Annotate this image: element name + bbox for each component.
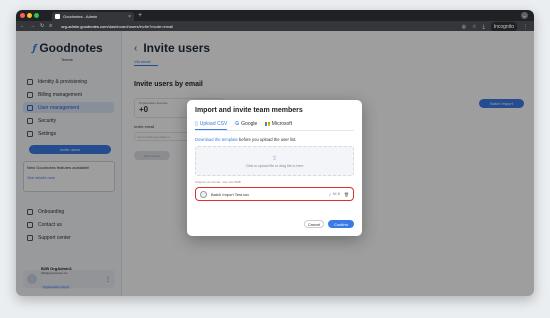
tab-search-icon[interactable]: ⌄	[521, 12, 528, 19]
tab-upload-csv[interactable]: ▯ Upload CSV	[195, 120, 228, 130]
menu-icon[interactable]: ⋮	[523, 23, 528, 31]
address-bar: ← → ↻ ≡ org-admin.goodnotes.com/dashboar…	[16, 21, 534, 32]
reload-icon[interactable]: ↻	[40, 21, 44, 31]
tab-label: Upload CSV	[199, 120, 228, 127]
favicon-icon	[55, 14, 60, 19]
close-tab-icon[interactable]: ×	[128, 14, 131, 20]
import-modal: Import and invite team members ▯ Upload C…	[187, 100, 362, 236]
google-icon: G	[235, 121, 240, 127]
dropzone-text: Click to upload file or drag file to her…	[245, 163, 304, 168]
document-icon: ▯	[195, 120, 198, 127]
minimize-window-button[interactable]	[27, 13, 32, 18]
trash-icon[interactable]: 🗑	[344, 192, 349, 197]
url-path: /dashboard/users/invite?mode=email	[107, 23, 174, 29]
close-window-button[interactable]	[20, 13, 25, 18]
cancel-button[interactable]: Cancel	[304, 220, 324, 228]
support-text: Support csv format, max size 5MB	[195, 180, 241, 184]
site-info-icon[interactable]: ≡	[49, 21, 52, 31]
tab-google[interactable]: G Google	[235, 120, 257, 130]
check-circle-icon: ✓	[328, 191, 332, 197]
back-icon[interactable]: ←	[20, 21, 25, 31]
file-icon	[200, 190, 207, 198]
download-icon[interactable]: ⤓	[482, 23, 484, 31]
file-status: ✓ 84 B	[328, 192, 340, 197]
url-host: org-admin.goodnotes.com	[61, 23, 108, 29]
modal-actions: Cancel Confirm	[304, 220, 354, 228]
uploaded-file-row: Batch Import Test.csv ✓ 84 B 🗑	[195, 187, 354, 201]
import-tabs: ▯ Upload CSV G Google Microsoft	[195, 120, 354, 131]
confirm-button[interactable]: Confirm	[328, 220, 354, 228]
url-field[interactable]: org-admin.goodnotes.com/dashboard/users/…	[61, 24, 173, 29]
forward-icon[interactable]: →	[30, 21, 35, 31]
modal-title: Import and invite team members	[195, 107, 303, 114]
tab-title: Goodnotes - Admin	[63, 14, 98, 19]
tab-label: Google	[241, 121, 258, 127]
download-template-link[interactable]: Download the template	[195, 137, 238, 142]
upload-icon: ⇪	[271, 155, 278, 162]
new-tab-button[interactable]: +	[138, 11, 142, 20]
microsoft-icon	[265, 121, 270, 127]
file-size: 84 B	[332, 192, 340, 196]
browser-tab[interactable]: Goodnotes - Admin ×	[52, 12, 134, 21]
instruction-text: Download the template before you upload …	[195, 137, 354, 142]
upload-dropzone[interactable]: ⇪ Click to upload file or drag file to h…	[195, 146, 354, 176]
star-icon[interactable]: ☆	[472, 23, 476, 31]
instruction-rest: before you upload the user list.	[239, 137, 297, 142]
tab-microsoft[interactable]: Microsoft	[265, 120, 292, 130]
tab-label: Microsoft	[271, 121, 293, 127]
tab-bar: Goodnotes - Admin × + ⌄	[16, 10, 534, 21]
file-name: Batch Import Test.csv	[211, 191, 250, 197]
eye-off-icon[interactable]: ◎	[462, 23, 466, 31]
maximize-window-button[interactable]	[34, 13, 39, 18]
